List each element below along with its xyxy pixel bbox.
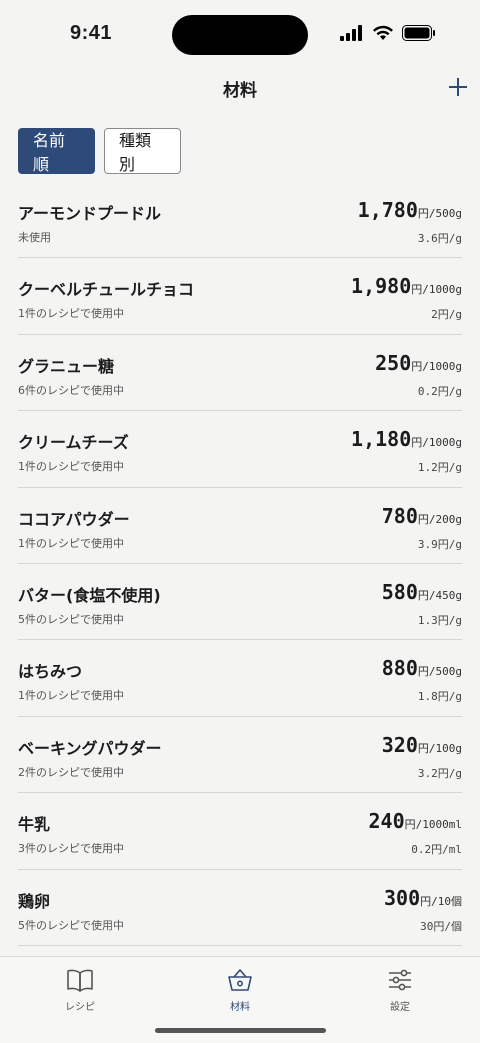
ingredient-usage: 2件のレシピで使用中 <box>18 765 124 779</box>
ingredient-price: 1,780円/500g <box>358 198 462 222</box>
status-icons <box>340 25 436 41</box>
price-unit: 円/450g <box>417 588 462 602</box>
price-amount: 1,180 <box>351 427 412 452</box>
tab-ingredients[interactable]: 材料 <box>180 965 300 1013</box>
price-unit: 円/500g <box>417 665 462 679</box>
unit-price: 30円/個 <box>420 919 462 933</box>
unit-price: 3.9円/g <box>417 537 462 551</box>
price-unit: 円/1000ml <box>404 818 462 832</box>
ingredient-usage: 5件のレシピで使用中 <box>18 612 124 626</box>
page-title: 材料 <box>223 81 257 101</box>
ingredient-name: ベーキングパウダー <box>18 738 162 758</box>
unit-price: 0.2円/ml <box>411 843 462 857</box>
tab-settings-label: 設定 <box>390 1002 410 1013</box>
price-amount: 250 <box>375 350 412 375</box>
list-item[interactable]: クーベルチュールチョコ 1件のレシピで使用中 1,980円/1000g 2円/g <box>18 258 462 335</box>
ingredient-name: ココアパウダー <box>18 509 130 529</box>
home-indicator[interactable] <box>155 1028 326 1033</box>
price-amount: 320 <box>381 732 418 757</box>
ingredient-price: 1,180円/1000g <box>351 427 462 451</box>
sort-by-type-button[interactable]: 種類別 <box>104 128 181 174</box>
ingredient-list: アーモンドプードル 未使用 1,780円/500g 3.6円/g クーベルチュー… <box>18 182 462 946</box>
add-ingredient-button[interactable] <box>442 70 474 104</box>
price-amount: 1,780 <box>357 198 418 222</box>
unit-price: 3.2円/g <box>417 766 462 780</box>
status-bar: 9:41 <box>0 0 480 70</box>
ingredient-usage: 1件のレシピで使用中 <box>18 536 124 550</box>
plus-icon <box>449 78 467 96</box>
list-item[interactable]: 鶏卵 5件のレシピで使用中 300円/10個 30円/個 <box>18 870 462 946</box>
ingredient-price: 580円/450g <box>382 580 462 604</box>
ingredient-usage: 3件のレシピで使用中 <box>18 842 124 856</box>
ingredient-price: 780円/200g <box>382 504 462 528</box>
tab-recipes[interactable]: レシピ <box>20 965 140 1013</box>
unit-price: 1.2円/g <box>417 461 462 475</box>
sort-by-name-button[interactable]: 名前順 <box>18 128 95 174</box>
tab-ingredients-label: 材料 <box>230 1002 250 1013</box>
unit-price: 2円/g <box>431 308 462 322</box>
price-unit: 円/500g <box>417 207 462 220</box>
price-unit: 円/1000g <box>411 359 462 373</box>
basket-icon <box>180 965 300 995</box>
ingredient-usage: 5件のレシピで使用中 <box>18 918 124 932</box>
price-amount: 240 <box>368 809 405 834</box>
ingredient-price: 300円/10個 <box>384 886 462 910</box>
price-unit: 円/200g <box>417 512 462 526</box>
unit-price: 1.8円/g <box>417 690 462 704</box>
tab-recipes-label: レシピ <box>65 1002 95 1013</box>
price-amount: 1,980 <box>351 274 412 299</box>
ingredient-usage: 未使用 <box>18 231 51 244</box>
ingredient-name: 鶏卵 <box>18 891 51 911</box>
list-item[interactable]: ベーキングパウダー 2件のレシピで使用中 320円/100g 3.2円/g <box>18 717 462 794</box>
price-unit: 円/100g <box>417 741 462 755</box>
price-amount: 300 <box>384 885 421 910</box>
ingredient-usage: 6件のレシピで使用中 <box>18 383 124 397</box>
ingredient-name: 牛乳 <box>18 815 51 835</box>
ingredient-price: 320円/100g <box>382 733 462 757</box>
tab-settings[interactable]: 設定 <box>340 965 460 1013</box>
price-amount: 780 <box>381 503 418 528</box>
ingredient-name: バター(食塩不使用) <box>18 585 161 605</box>
status-time: 9:41 <box>70 22 113 44</box>
battery-icon <box>402 25 435 41</box>
price-unit: 円/1000g <box>411 436 462 450</box>
ingredient-name: アーモンドプードル <box>18 204 162 223</box>
ingredient-price: 240円/1000ml <box>369 809 462 833</box>
ingredient-name: クリームチーズ <box>18 433 129 453</box>
navigation-bar: 材料 <box>0 70 480 110</box>
ingredient-usage: 1件のレシピで使用中 <box>18 307 124 321</box>
price-unit: 円/10個 <box>420 894 462 908</box>
ingredient-name: はちみつ <box>18 662 83 682</box>
dynamic-island <box>172 15 308 55</box>
sliders-icon <box>340 965 460 995</box>
ingredient-name: グラニュー糖 <box>18 356 115 376</box>
ingredient-price: 880円/500g <box>382 656 462 680</box>
ingredient-price: 250円/1000g <box>375 351 462 375</box>
list-item[interactable]: はちみつ 1件のレシピで使用中 880円/500g 1.8円/g <box>18 640 462 717</box>
list-item[interactable]: ココアパウダー 1件のレシピで使用中 780円/200g 3.9円/g <box>18 488 462 564</box>
ingredient-name: クーベルチュールチョコ <box>18 280 195 300</box>
price-unit: 円/1000g <box>411 283 462 297</box>
unit-price: 1.3円/g <box>417 613 462 627</box>
unit-price: 0.2円/g <box>417 384 462 398</box>
ingredient-usage: 1件のレシピで使用中 <box>18 689 124 703</box>
list-item[interactable]: アーモンドプードル 未使用 1,780円/500g 3.6円/g <box>18 182 462 259</box>
price-amount: 580 <box>381 579 418 604</box>
signal-icon <box>340 25 362 41</box>
list-item[interactable]: 牛乳 3件のレシピで使用中 240円/1000ml 0.2円/ml <box>18 793 462 870</box>
list-item[interactable]: クリームチーズ 1件のレシピで使用中 1,180円/1000g 1.2円/g <box>18 411 462 488</box>
ingredient-price: 1,980円/1000g <box>351 274 462 298</box>
wifi-icon <box>373 25 393 40</box>
unit-price: 3.6円/g <box>417 232 462 245</box>
book-icon <box>20 965 140 995</box>
ingredient-usage: 1件のレシピで使用中 <box>18 460 124 474</box>
sort-segmented-control: 名前順 種類別 <box>18 128 181 174</box>
list-item[interactable]: バター(食塩不使用) 5件のレシピで使用中 580円/450g 1.3円/g <box>18 564 462 641</box>
list-item[interactable]: グラニュー糖 6件のレシピで使用中 250円/1000g 0.2円/g <box>18 335 462 412</box>
price-amount: 880 <box>381 656 418 681</box>
